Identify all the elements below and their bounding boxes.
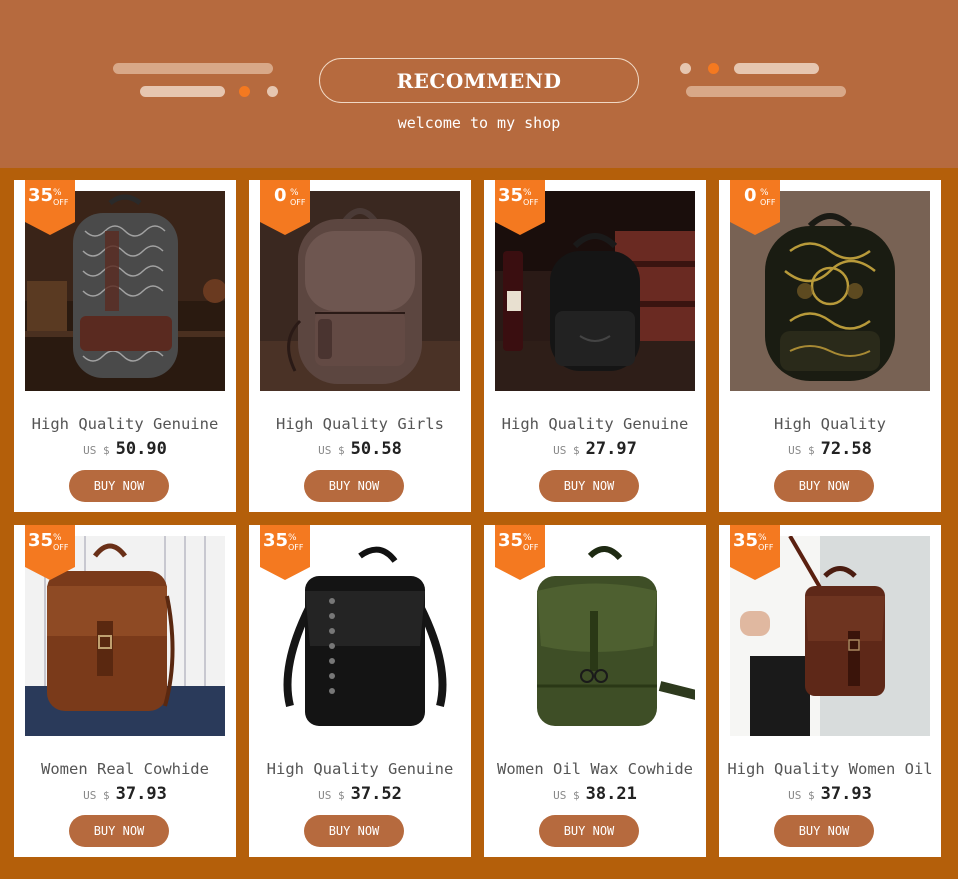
percent-sign: %: [523, 533, 532, 543]
discount-value: 0: [274, 185, 287, 206]
decor-bar: [140, 86, 225, 97]
off-label: OFF: [758, 543, 774, 552]
discount-value: 35: [498, 530, 524, 551]
off-label: OFF: [53, 543, 69, 552]
off-label: OFF: [523, 198, 539, 207]
percent-sign: %: [290, 188, 299, 198]
product-card[interactable]: 35 % OFF High Quality Genuine US $50.90 …: [14, 180, 236, 512]
price-amount: 37.93: [115, 784, 167, 804]
discount-value: 0: [744, 185, 757, 206]
off-label: OFF: [523, 543, 539, 552]
percent-sign: %: [288, 533, 297, 543]
product-card[interactable]: 35 % OFF High Quality Women Oil US $ 37.9…: [719, 525, 941, 857]
decor-dot: [239, 86, 250, 97]
product-name[interactable]: High Quality Genuine: [14, 415, 236, 433]
buy-now-button[interactable]: BUY NOW: [69, 815, 169, 847]
discount-badge: 35 % OFF: [25, 525, 75, 580]
percent-sign: %: [523, 188, 532, 198]
decor-bar: [734, 63, 819, 74]
decor-bar: [113, 63, 273, 74]
price-amount: 37.52: [350, 784, 402, 804]
discount-value: 35: [263, 530, 289, 551]
product-card[interactable]: 0 % OFF High Quality US $ 72.58 BUY NOW: [719, 180, 941, 512]
product-grid: 35 % OFF High Quality Genuine US $50.90 …: [0, 168, 958, 879]
currency: US $: [553, 444, 580, 457]
currency: US $: [318, 789, 345, 802]
discount-badge: 35 % OFF: [25, 180, 75, 235]
price: US $ 37.93: [14, 784, 236, 804]
currency: US $: [83, 789, 110, 802]
discount-value: 35: [28, 185, 54, 206]
decor-bar: [686, 86, 846, 97]
percent-sign: %: [53, 533, 62, 543]
percent-sign: %: [53, 188, 62, 198]
discount-badge: 35 % OFF: [260, 525, 310, 580]
price-amount: 27.97: [585, 439, 637, 459]
percent-sign: %: [760, 188, 769, 198]
product-card[interactable]: 0 % OFF High Quality Girls US $ 50.58 BUY…: [249, 180, 471, 512]
off-label: OFF: [53, 198, 69, 207]
price-amount: 50.58: [350, 439, 402, 459]
buy-now-button[interactable]: BUY NOW: [304, 815, 404, 847]
price-amount: 38.21: [585, 784, 637, 804]
price-amount: 37.93: [820, 784, 872, 804]
percent-sign: %: [758, 533, 767, 543]
currency: US $: [318, 444, 345, 457]
off-label: OFF: [288, 543, 304, 552]
currency: US $: [788, 789, 815, 802]
decor-dot: [267, 86, 278, 97]
price: US $ 72.58: [719, 439, 941, 459]
buy-now-button[interactable]: BUY NOW: [774, 470, 874, 502]
product-name[interactable]: High Quality Genuine: [484, 415, 706, 433]
discount-badge: 35 % OFF: [495, 180, 545, 235]
price: US $ 50.58: [249, 439, 471, 459]
price-amount: 72.58: [820, 439, 872, 459]
currency: US $: [83, 444, 110, 457]
price: US $ 37.52: [249, 784, 471, 804]
discount-value: 35: [498, 185, 524, 206]
buy-now-button[interactable]: BUY NOW: [539, 470, 639, 502]
price: US $ 38.21: [484, 784, 706, 804]
price: US $ 27.97: [484, 439, 706, 459]
section-subtitle: welcome to my shop: [397, 114, 561, 132]
off-label: OFF: [290, 198, 306, 207]
product-card[interactable]: 35 % OFF Women Real Cowhide US $ 37.93 BU…: [14, 525, 236, 857]
price: US $ 50.90: [14, 439, 236, 459]
discount-badge: 35 % OFF: [495, 525, 545, 580]
buy-now-button[interactable]: BUY NOW: [774, 815, 874, 847]
product-name[interactable]: Women Oil Wax Cowhide: [484, 760, 706, 778]
buy-now-button[interactable]: BUY NOW: [69, 470, 169, 502]
section-title: RECOMMEND: [319, 58, 639, 103]
currency: US $: [553, 789, 580, 802]
buy-now-button[interactable]: BUY NOW: [304, 470, 404, 502]
currency: US $: [788, 444, 815, 457]
discount-badge: 0 % OFF: [730, 180, 780, 235]
buy-now-button[interactable]: BUY NOW: [539, 815, 639, 847]
product-card[interactable]: 35 % OFF Women Oil Wax Cowhide US $ 38.21…: [484, 525, 706, 857]
price: US $ 37.93: [719, 784, 941, 804]
discount-badge: 35 % OFF: [730, 525, 780, 580]
discount-value: 35: [733, 530, 759, 551]
product-name[interactable]: High Quality Women Oil: [719, 760, 941, 778]
product-name[interactable]: High Quality Girls: [249, 415, 471, 433]
product-card[interactable]: 35 % OFF High Quality Genuine US $37.52 …: [249, 525, 471, 857]
decor-dot: [708, 63, 719, 74]
product-name[interactable]: High Quality: [719, 415, 941, 433]
discount-badge: 0 % OFF: [260, 180, 310, 235]
off-label: OFF: [760, 198, 776, 207]
product-name[interactable]: Women Real Cowhide: [14, 760, 236, 778]
header-banner: RECOMMEND welcome to my shop: [0, 0, 958, 168]
decor-dot: [680, 63, 691, 74]
discount-value: 35: [28, 530, 54, 551]
price-amount: 50.90: [115, 439, 167, 459]
product-name[interactable]: High Quality Genuine: [249, 760, 471, 778]
product-card[interactable]: 35 % OFF High Quality Genuine US $27.97 …: [484, 180, 706, 512]
